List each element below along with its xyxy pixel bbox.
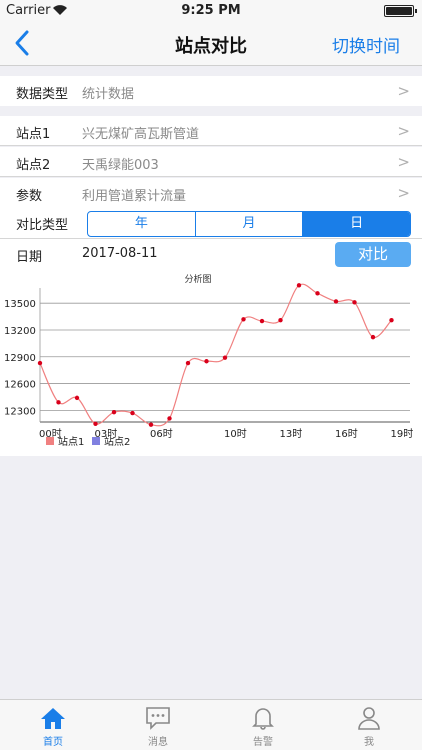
chevron-right-icon: > [397,82,410,100]
tab-alerts[interactable]: 告警 [233,706,293,748]
x-tick-label: 13时 [280,428,303,440]
tab-home[interactable]: 首页 [23,706,83,748]
series1-line [39,283,392,427]
data-type-label: 数据类型 [16,87,69,102]
date-value[interactable]: 2017-08-11 [82,246,158,261]
series1-point [296,283,302,288]
tab-me-label: 我 [364,737,374,748]
legend-swatch-station2 [92,437,100,445]
station2-row[interactable]: 站点2 天禹绿能003 > [0,147,422,177]
bell-icon [252,708,274,730]
series1-point [389,317,394,323]
series1-point [37,360,43,366]
legend-label-station2: 站点2 [104,435,130,448]
station2-value: 天禹绿能003 [82,158,159,173]
chevron-right-icon: > [397,122,410,140]
series1-point [148,422,154,427]
x-tick-label: 10时 [224,428,247,440]
station1-value: 兴无煤矿高瓦斯管道 [82,127,200,142]
chevron-right-icon: > [397,153,410,171]
series1-point [204,359,209,364]
series1-point [185,360,191,366]
message-icon [146,707,170,730]
series1-point [111,409,117,415]
parameter-value: 利用管道累计流量 [82,189,187,204]
x-tick-label: 19时 [391,428,414,440]
series1-point [352,300,357,305]
date-label: 日期 [16,250,43,265]
analysis-chart: 分析图 13500 13200 12900 12600 12300 00时 03时 06时 10时… [0,270,422,456]
tab-bar: 首页 消息 告警 我 [0,699,422,750]
y-tick-label: 12600 [4,380,36,391]
station1-label: 站点1 [16,127,51,142]
status-bar: Carrier 9:25 PM [0,0,422,22]
series1-point [259,318,265,324]
series1-point [56,400,61,405]
compare-type-label: 对比类型 [16,218,69,233]
tab-me[interactable]: 我 [339,706,399,748]
y-tick-label: 12900 [4,353,36,364]
switch-time-button[interactable]: 切换时间 [332,32,400,57]
series1-point [74,395,80,401]
series1-point [333,299,339,304]
legend-swatch-station1 [46,437,54,445]
data-type-row[interactable]: 数据类型 统计数据 > [0,76,422,106]
x-tick-label: 16时 [335,428,358,440]
compare-button[interactable]: 对比 [335,242,411,267]
tab-home-label: 首页 [43,737,63,748]
series1-point [241,317,246,322]
segment-year[interactable]: 年 [88,212,196,236]
compare-type-segmented-control: 年 月 日 [87,211,411,237]
home-icon [41,708,65,729]
station2-label: 站点2 [16,158,51,173]
chart-title: 分析图 [184,273,211,285]
series1-point [167,416,172,421]
y-tick-label: 12300 [4,406,36,417]
series1-point [278,317,283,323]
y-tick-label: 13200 [4,326,36,337]
date-row: 日期 2017-08-11 对比 [0,239,422,270]
y-tick-label: 13500 [4,299,36,310]
series1-point [93,421,98,426]
parameter-row[interactable]: 参数 利用管道累计流量 > [0,178,422,208]
compare-type-row: 对比类型 年 月 日 [0,207,422,239]
x-tick-label: 06时 [150,428,173,440]
series1-point [222,355,228,360]
person-icon [358,707,380,730]
chevron-right-icon: > [397,184,410,202]
back-chevron-icon[interactable] [8,28,38,58]
segment-month[interactable]: 月 [196,212,304,236]
navigation-bar: 站点对比 切换时间 [0,22,422,66]
tab-alerts-label: 告警 [253,737,273,748]
tab-messages-label: 消息 [148,737,168,748]
segment-day[interactable]: 日 [303,212,410,236]
data-type-value: 统计数据 [82,87,135,102]
parameter-label: 参数 [16,189,43,204]
battery-icon [384,5,417,17]
legend-label-station1: 站点1 [58,435,84,448]
line-chart-svg: 分析图135001320012900126001230000时 03时 06时 10时… [4,273,414,448]
status-time: 9:25 PM [181,3,241,18]
series1-point [130,410,135,416]
series1-point [370,334,376,340]
tab-messages[interactable]: 消息 [128,706,188,748]
series1-point [315,291,320,296]
station1-row[interactable]: 站点1 兴无煤矿高瓦斯管道 > [0,116,422,146]
